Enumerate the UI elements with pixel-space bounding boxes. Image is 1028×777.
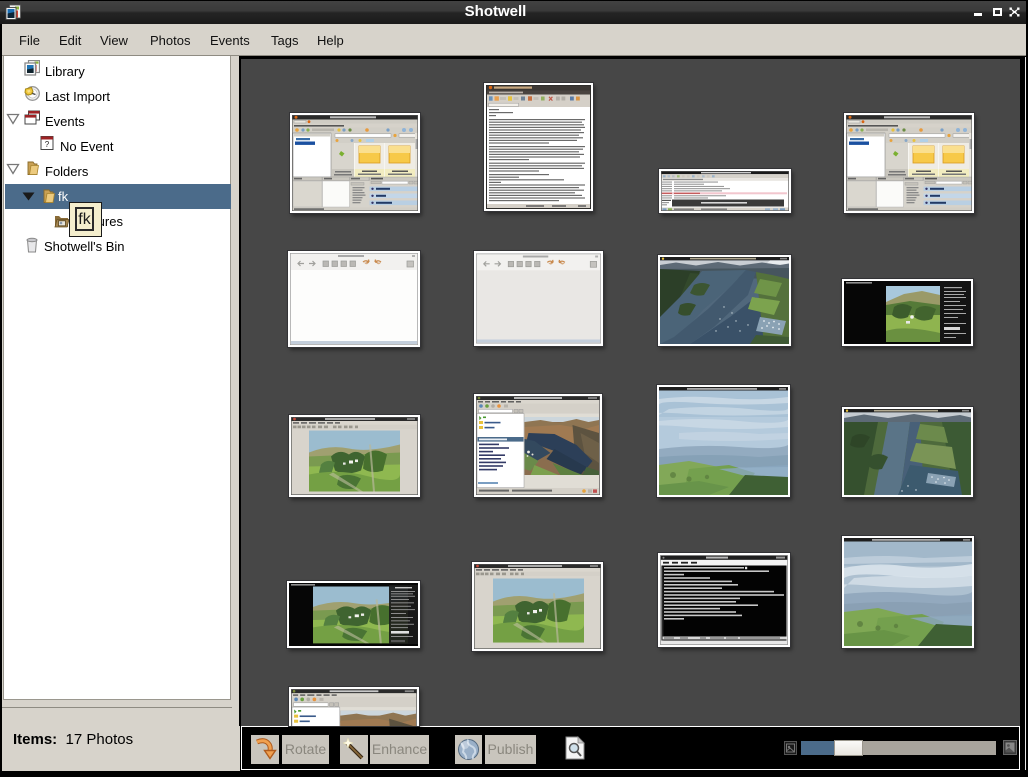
- svg-text:?: ?: [45, 140, 50, 149]
